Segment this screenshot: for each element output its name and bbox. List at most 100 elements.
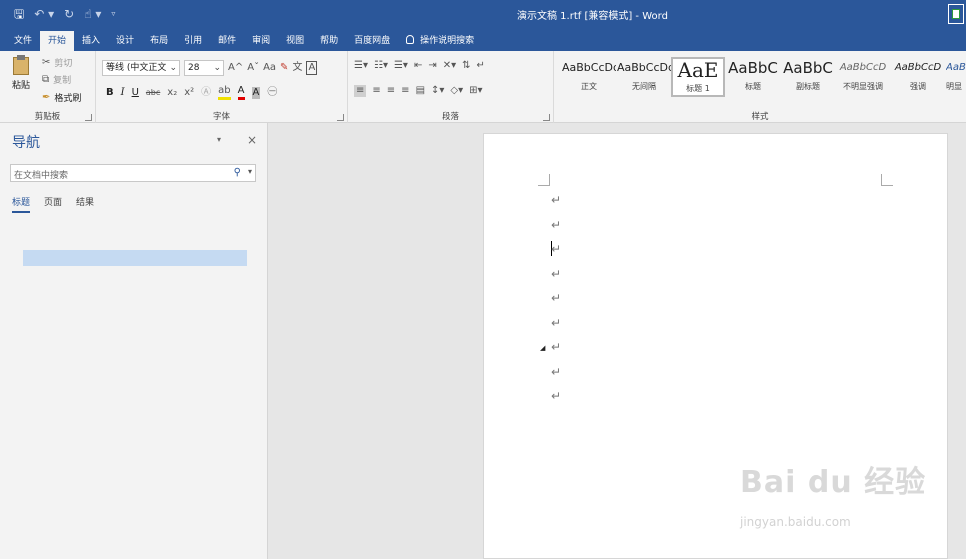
tab-insert[interactable]: 插入 [74,31,108,51]
bold-icon[interactable]: B [106,87,114,99]
sort-icon[interactable]: ⇅ [462,60,470,72]
style-heading-1[interactable]: AaE 标题 1 [671,57,725,97]
ribbon: 粘贴 ✂ 剪切 ⧉ 复制 ✒ 格式刷 剪贴板 等线 (中文正文 ⌄ 28 ⌄ A^ Aˇ … [0,51,966,123]
undo-icon[interactable]: ↶ ▾ [34,6,54,22]
style-emphasis[interactable]: AaBbCcD 强调 [891,57,945,97]
touch-mode-icon[interactable]: ☝ ▾ [84,6,101,22]
change-case-icon[interactable]: Aa [263,62,276,74]
paragraph-mark: ↵ [551,193,562,207]
tab-design[interactable]: 设计 [108,31,142,51]
style-normal[interactable]: AaBbCcDd 正文 [562,57,616,97]
multilevel-list-icon[interactable]: ☰▾ [394,60,408,72]
navigation-title: 导航 [12,135,40,151]
clear-formatting-icon[interactable]: ✎ [280,62,288,74]
paste-button[interactable]: 粘贴 [10,55,32,91]
search-icon[interactable]: ⚲ [234,167,241,178]
italic-icon[interactable]: I [121,87,125,99]
align-left-icon[interactable]: ≡ [354,85,367,97]
tab-file[interactable]: 文件 [6,31,40,51]
heading-highlight[interactable] [23,250,247,266]
phonetic-guide-icon[interactable]: 文 [292,62,302,74]
style-no-spacing[interactable]: AaBbCcDd 无间隔 [617,57,671,97]
numbering-icon[interactable]: ☷▾ [374,60,388,72]
copy-button[interactable]: ⧉ 复制 [42,73,71,87]
customize-qat-icon[interactable]: ▿ [111,6,115,22]
search-input[interactable]: 在文档中搜索 ⚲ ▾ [10,164,256,182]
line-spacing-icon[interactable]: ↕▾ [431,85,444,97]
paste-icon [13,55,29,75]
tab-help[interactable]: 帮助 [312,31,346,51]
ribbon-display-options-button[interactable] [948,4,964,24]
style-title[interactable]: AaBbC 标题 [726,57,780,97]
tab-baidu-netdisk[interactable]: 百度网盘 [346,31,398,51]
decrease-indent-icon[interactable]: ⇤ [414,60,422,72]
watermark-brand: Bai du 经验 [740,465,927,500]
tab-results[interactable]: 结果 [76,195,94,213]
style-sample: AaBbCcDd [562,61,616,74]
close-icon[interactable]: × [247,133,257,147]
asian-layout-icon[interactable]: ✕▾ [443,60,456,72]
style-intense-emphasis[interactable]: AaB 明显 [946,57,966,97]
paragraph-mark: ↵ [551,267,562,281]
font-size-combo[interactable]: 28 ⌄ [184,60,224,76]
borders-icon[interactable]: ⊞▾ [469,85,482,97]
format-painter-button[interactable]: ✒ 格式刷 [42,91,81,105]
tab-home[interactable]: 开始 [40,31,75,51]
style-sample: AaBbCcD [839,62,887,73]
show-marks-icon[interactable]: ↵ [477,60,485,72]
style-name: 明显 [946,82,962,91]
pane-options-icon[interactable]: ▾ [217,135,221,144]
increase-indent-icon[interactable]: ⇥ [428,60,436,72]
style-subtitle[interactable]: AaBbC 副标题 [781,57,835,97]
character-shading-icon[interactable]: A [251,86,261,99]
style-name: 副标题 [796,82,820,91]
font-dialog-launcher[interactable] [337,114,344,121]
save-icon[interactable]: 🖫 [14,6,24,22]
distributed-icon[interactable]: ▤ [416,85,425,97]
enclose-characters-icon[interactable]: ㊀ [267,87,277,99]
ribbon-tabs: 文件 开始 插入 设计 布局 引用 邮件 审阅 视图 帮助 百度网盘 操作说明搜… [0,29,966,51]
style-subtle-emphasis[interactable]: AaBbCcD 不明显强调 [836,57,890,97]
collapse-triangle-icon[interactable]: ◢ [540,344,545,352]
cut-button[interactable]: ✂ 剪切 [42,56,72,70]
paragraph-mark: ↵ [551,242,562,256]
font-name-combo[interactable]: 等线 (中文正文 ⌄ [102,60,180,76]
redo-icon[interactable]: ↻ [64,6,74,22]
chevron-down-icon[interactable]: ▾ [248,167,252,176]
font-color-icon[interactable]: A [237,85,245,100]
font-group-label: 字体 [212,112,230,122]
shrink-font-icon[interactable]: Aˇ [247,62,259,74]
clipboard-dialog-launcher[interactable] [85,114,92,121]
margin-corner-top-right [881,174,893,186]
font-group: 等线 (中文正文 ⌄ 28 ⌄ A^ Aˇ Aa ✎ 文 A B I U abc x… [96,51,348,123]
text-effects-icon[interactable]: Ⓐ [201,87,211,99]
tab-headings[interactable]: 标题 [12,195,31,213]
style-name: 标题 [745,82,761,91]
tab-view[interactable]: 视图 [278,31,312,51]
shading-icon[interactable]: ◇▾ [450,85,463,97]
superscript-icon[interactable]: x² [184,87,194,99]
tab-mailings[interactable]: 邮件 [210,31,244,51]
justify-icon[interactable]: ≡ [401,85,409,97]
subscript-icon[interactable]: x₂ [167,87,177,99]
tab-pages[interactable]: 页面 [44,195,62,213]
tab-layout[interactable]: 布局 [142,31,176,51]
paragraph-dialog-launcher[interactable] [543,114,550,121]
tab-references[interactable]: 引用 [176,31,210,51]
tab-review[interactable]: 审阅 [244,31,278,51]
align-center-icon[interactable]: ≡ [372,85,380,97]
align-right-icon[interactable]: ≡ [387,85,395,97]
paragraph-mark: ↵ [551,316,562,330]
tell-me-search[interactable]: 操作说明搜索 [398,31,482,51]
character-border-icon[interactable]: A [306,61,318,75]
strikethrough-icon[interactable]: abc [146,87,160,99]
bullets-icon[interactable]: ☰▾ [354,60,368,72]
highlight-color-icon[interactable]: ab [218,85,231,100]
styles-group: AaBbCcDd 正文 AaBbCcDd 无间隔 AaE 标题 1 AaBbC … [554,51,966,123]
style-sample: AaB [946,62,966,73]
grow-font-icon[interactable]: A^ [228,62,243,74]
lightbulb-icon [406,35,415,44]
underline-icon[interactable]: U [132,87,139,99]
paragraph-mark: ↵ [551,218,562,232]
copy-icon: ⧉ [42,73,50,85]
